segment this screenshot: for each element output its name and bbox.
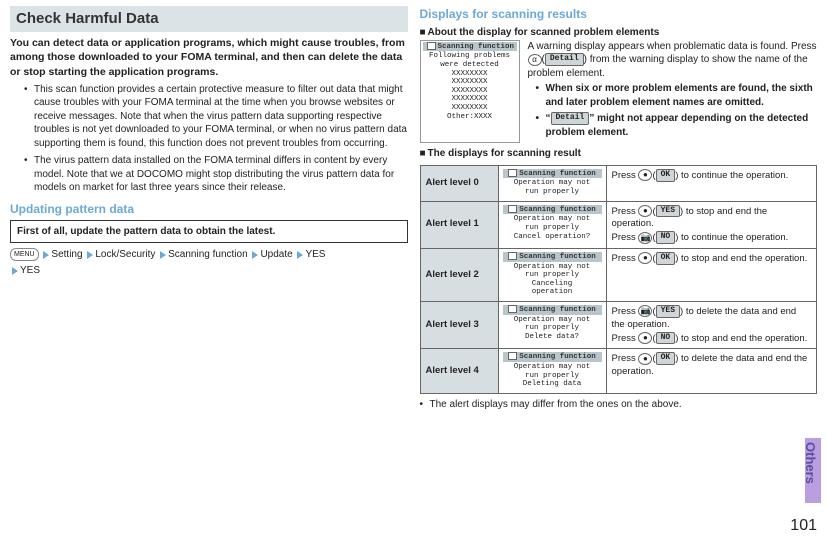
alert-footnote: The alert displays may differ from the o… <box>420 398 818 412</box>
alert-screen-cell: Scanning functionOperation may not run p… <box>498 201 606 248</box>
center-key-icon: ● <box>638 169 652 181</box>
detail-softkey: Detail <box>551 112 590 125</box>
alert-action-cell: Press ●(OK) to stop and end the operatio… <box>606 248 817 301</box>
bullet-item: The virus pattern data installed on the … <box>24 154 408 195</box>
mini-screen-header: Scanning function <box>503 305 602 315</box>
mini-screen-header: Scanning function <box>503 252 602 262</box>
mini-screen-header: Scanning function <box>503 205 602 215</box>
page-number: 101 <box>790 515 817 537</box>
mini-screen-header: Scanning function <box>503 169 602 179</box>
nav-step: Setting <box>51 249 82 260</box>
table-row: Alert level 4 Scanning functionOperation… <box>420 349 817 393</box>
nav-step: Lock/Security <box>95 249 155 260</box>
side-tab: Others <box>805 438 821 503</box>
side-tab-label: Others <box>801 442 819 458</box>
arrow-icon <box>160 251 166 259</box>
arrow-icon <box>87 251 93 259</box>
menu-key-icon: MENU <box>10 248 39 261</box>
ok-softkey: OK <box>656 169 676 182</box>
update-rule-box: First of all, update the pattern data to… <box>10 220 408 244</box>
lead-paragraph: You can detect data or application progr… <box>10 36 408 79</box>
menu-navigation: MENU Setting Lock/Security Scanning func… <box>10 247 408 279</box>
alert-level-cell: Alert level 2 <box>420 248 498 301</box>
center-key-icon: ● <box>638 205 652 217</box>
alert-level-cell: Alert level 3 <box>420 302 498 349</box>
alert-screen-cell: Scanning functionOperation may not run p… <box>498 165 606 201</box>
ok-softkey: OK <box>656 352 676 365</box>
alert-level-cell: Alert level 0 <box>420 165 498 201</box>
about-sub-bullets: When six or more problem elements are fo… <box>528 82 818 139</box>
table-row: Alert level 3 Scanning functionOperation… <box>420 302 817 349</box>
no-softkey: NO <box>656 231 676 244</box>
camera-key-icon: 📷 <box>638 232 652 244</box>
about-text-1: A warning display appears when problemat… <box>528 41 817 52</box>
nav-step: YES <box>305 249 325 260</box>
nav-step: YES <box>20 265 40 276</box>
mini-screen-body: Operation may not run properly Deleting … <box>503 363 602 389</box>
alert-action-cell: Press 📷(YES) to delete the data and end … <box>606 302 817 349</box>
i-appli-key-icon: α <box>528 54 542 66</box>
arrow-icon <box>12 267 18 275</box>
yes-softkey: YES <box>656 305 680 318</box>
sub-bullet: “Detail” might not appear depending on t… <box>536 112 818 139</box>
center-key-icon: ● <box>638 332 652 344</box>
table-row: Alert level 0 Scanning functionOperation… <box>420 165 817 201</box>
alert-screen-cell: Scanning functionOperation may not run p… <box>498 349 606 393</box>
nav-step: Update <box>260 249 292 260</box>
about-block: Scanning function Following problems wer… <box>420 40 818 144</box>
mini-screen-body: Operation may not run properly Cancel op… <box>503 215 602 241</box>
feature-bullets: This scan function provides a certain pr… <box>10 83 408 195</box>
about-text: A warning display appears when problemat… <box>528 40 818 144</box>
alert-action-cell: Press ●(OK) to delete the data and end t… <box>606 349 817 393</box>
center-key-icon: ● <box>638 252 652 264</box>
alert-level-cell: Alert level 1 <box>420 201 498 248</box>
yes-softkey: YES <box>656 205 680 218</box>
arrow-icon <box>43 251 49 259</box>
table-row: Alert level 1 Scanning functionOperation… <box>420 201 817 248</box>
mini-screen-body: Operation may not run properly <box>503 179 602 196</box>
arrow-icon <box>297 251 303 259</box>
sub-bullet: When six or more problem elements are fo… <box>536 82 818 109</box>
mini-screen-body: Operation may not run properly Canceling… <box>503 263 602 298</box>
alert-action-cell: Press ●(OK) to continue the operation. <box>606 165 817 201</box>
warning-mini-screen: Scanning function Following problems wer… <box>420 40 520 144</box>
alert-screen-cell: Scanning functionOperation may not run p… <box>498 248 606 301</box>
detail-softkey: Detail <box>545 53 584 66</box>
page: Check Harmful Data You can detect data o… <box>10 6 817 411</box>
camera-key-icon: 📷 <box>638 305 652 317</box>
arrow-icon <box>252 251 258 259</box>
nav-step: Scanning function <box>168 249 248 260</box>
mini-screen-body: Operation may not run properly Delete da… <box>503 316 602 342</box>
center-key-icon: ● <box>638 353 652 365</box>
ok-softkey: OK <box>656 252 676 265</box>
displays-heading: Displays for scanning results <box>420 6 818 22</box>
no-softkey: NO <box>656 332 676 345</box>
about-display-label: About the display for scanned problem el… <box>420 26 818 40</box>
bullet-item: This scan function provides a certain pr… <box>24 83 408 151</box>
alert-level-cell: Alert level 4 <box>420 349 498 393</box>
left-column: Check Harmful Data You can detect data o… <box>10 6 408 411</box>
alert-screen-cell: Scanning functionOperation may not run p… <box>498 302 606 349</box>
result-display-label: The displays for scanning result <box>420 147 818 161</box>
right-column: Displays for scanning results About the … <box>420 6 818 411</box>
mini-screen-header: Scanning function <box>503 352 602 362</box>
mini-screen-body: Following problems were detected XXXXXXX… <box>423 52 517 121</box>
table-row: Alert level 2 Scanning functionOperation… <box>420 248 817 301</box>
updating-subhead: Updating pattern data <box>10 201 408 217</box>
section-title: Check Harmful Data <box>10 6 408 32</box>
alert-action-cell: Press ●(YES) to stop and end the operati… <box>606 201 817 248</box>
alert-table: Alert level 0 Scanning functionOperation… <box>420 165 818 394</box>
mini-screen-header: Scanning function <box>423 42 517 52</box>
